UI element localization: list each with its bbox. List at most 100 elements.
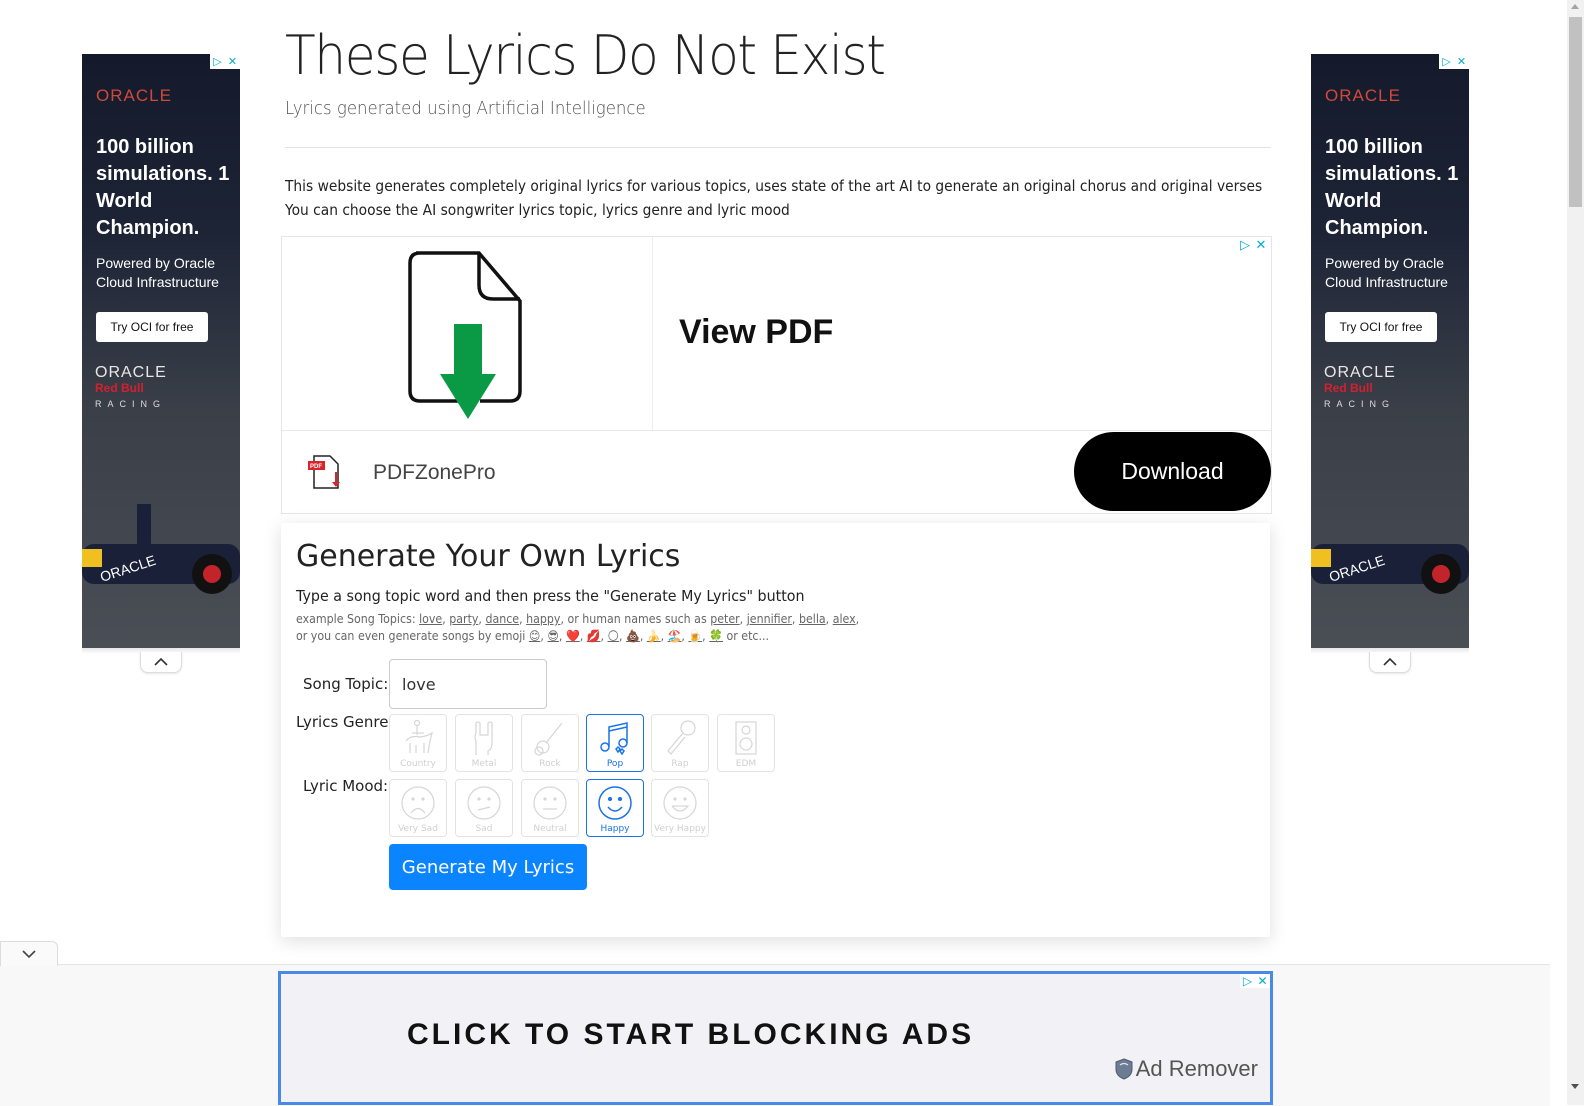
- ad-choices[interactable]: ▷ ✕: [1439, 54, 1469, 69]
- example-name-link[interactable]: jennifier: [747, 612, 792, 626]
- header-divider: [285, 147, 1271, 148]
- example-topic-link[interactable]: dance: [485, 612, 519, 626]
- example-name-link[interactable]: peter: [710, 612, 739, 626]
- ad-remover-banner[interactable]: CLICK TO START BLOCKING ADS Ad Remover ▷…: [278, 971, 1273, 1105]
- genre-option-metal[interactable]: Metal: [455, 714, 513, 772]
- genre-label: Pop: [606, 759, 624, 769]
- close-icon[interactable]: ✕: [1253, 238, 1269, 253]
- try-oci-button[interactable]: Try OCI for free: [96, 312, 208, 342]
- mood-option-neutral[interactable]: Neutral: [521, 779, 579, 837]
- lyric-mood-label: Lyric Mood:: [303, 777, 389, 795]
- example-emoji-link[interactable]: 💩: [626, 629, 640, 643]
- ad-subtext: Powered by Oracle Cloud Infrastructure: [96, 255, 219, 290]
- speaker-icon: [735, 721, 757, 755]
- oracle-logo: ORACLE: [1325, 86, 1401, 105]
- mood-label: Happy: [600, 824, 630, 834]
- mood-label: Sad: [475, 824, 493, 834]
- example-emoji-link[interactable]: 😎: [547, 629, 559, 643]
- genre-option-rock[interactable]: Rock: [521, 714, 579, 772]
- bottom-ad-collapse-button[interactable]: [0, 941, 58, 966]
- mood-label: Neutral: [533, 824, 567, 834]
- emoji-suffix: or etc...: [722, 629, 770, 643]
- example-emoji-link[interactable]: 🍌: [647, 629, 661, 643]
- genre-option-rap[interactable]: Rap: [651, 714, 709, 772]
- microphone-icon: [667, 720, 696, 755]
- lyrics-generator-card: Generate Your Own Lyrics Type a song top…: [281, 523, 1270, 937]
- download-button[interactable]: Download: [1074, 432, 1271, 511]
- vertical-scrollbar[interactable]: [1567, 0, 1584, 1105]
- mood-option-very-happy[interactable]: Very Happy: [651, 779, 709, 837]
- mood-option-very-sad[interactable]: Very Sad: [389, 779, 447, 837]
- mood-label: Very Happy: [654, 824, 706, 834]
- ad-choices[interactable]: ▷ ✕: [1237, 238, 1269, 253]
- genre-label: Country: [400, 759, 436, 769]
- racing-label: RACING: [1324, 399, 1396, 409]
- lyrics-genre-label: Lyrics Genre:: [296, 713, 394, 731]
- example-emoji-link[interactable]: 🍀: [709, 629, 723, 643]
- close-icon[interactable]: ✕: [1255, 974, 1270, 988]
- ad-choices[interactable]: ▷ ✕: [210, 54, 240, 69]
- chevron-up-icon: [1383, 657, 1397, 666]
- example-name-link[interactable]: alex: [833, 612, 856, 626]
- right-ad-collapse-button[interactable]: [1369, 652, 1411, 673]
- try-oci-button[interactable]: Try OCI for free: [1325, 312, 1437, 342]
- ad-choices[interactable]: ▷ ✕: [1240, 974, 1270, 988]
- ad-remover-brand: Ad Remover: [1115, 1056, 1258, 1082]
- genre-option-pop[interactable]: Pop: [586, 714, 644, 772]
- example-emoji-link[interactable]: 🍺: [688, 629, 702, 643]
- scroll-down-arrow-icon[interactable]: [1571, 1084, 1579, 1089]
- example-topic-link[interactable]: happy: [526, 612, 560, 626]
- example-topic-link[interactable]: party: [449, 612, 478, 626]
- genre-option-country[interactable]: Country: [389, 714, 447, 772]
- redbull-logo: Red Bull: [95, 381, 144, 395]
- genre-label: EDM: [735, 759, 757, 769]
- svg-text:PDF: PDF: [310, 464, 322, 470]
- ad-remover-label: Ad Remover: [1135, 1056, 1258, 1081]
- neutral-face-icon: [533, 786, 567, 820]
- oracle-logo-secondary: ORACLE: [1324, 364, 1396, 381]
- generator-instructions: Type a song topic word and then press th…: [296, 587, 805, 605]
- mood-option-sad[interactable]: Sad: [455, 779, 513, 837]
- ad-headline: 100 billion simulations. 1 World Champio…: [96, 136, 230, 239]
- song-topic-label: Song Topic:: [303, 675, 389, 693]
- adchoices-icon[interactable]: ▷: [210, 54, 225, 69]
- adchoices-icon[interactable]: ▷: [1240, 974, 1255, 988]
- example-emoji-link[interactable]: 💋: [587, 629, 601, 643]
- generate-lyrics-button[interactable]: Generate My Lyrics: [389, 844, 587, 890]
- genre-label: Rap: [671, 759, 689, 769]
- example-name-link[interactable]: bella: [799, 612, 826, 626]
- mood-option-happy[interactable]: Happy: [586, 779, 644, 837]
- left-side-ad[interactable]: ▷ ✕ ORACLE 100 billion simulations. 1 Wo…: [82, 54, 240, 648]
- adchoices-icon[interactable]: ▷: [1237, 238, 1253, 253]
- pdf-ad-headline[interactable]: View PDF: [679, 313, 833, 352]
- example-emoji-link[interactable]: ❤️: [566, 629, 580, 643]
- example-emoji-link[interactable]: 🏖️: [668, 629, 682, 643]
- redbull-logo: Red Bull: [1324, 381, 1373, 395]
- very-sad-face-icon: [401, 786, 435, 820]
- scrollbar-thumb[interactable]: [1569, 17, 1582, 207]
- rock-hand-icon: [474, 721, 493, 755]
- example-emoji-link[interactable]: 🌕: [608, 629, 620, 643]
- mood-label: Very Sad: [398, 824, 438, 834]
- generator-title: Generate Your Own Lyrics: [296, 539, 681, 574]
- adchoices-icon[interactable]: ▷: [1439, 54, 1454, 69]
- names-prefix: , or human names such as: [560, 612, 711, 626]
- oracle-logo: ORACLE: [96, 86, 172, 105]
- close-icon[interactable]: ✕: [1454, 54, 1469, 69]
- description-line: You can choose the AI songwriter lyrics …: [285, 201, 790, 219]
- example-emoji-link[interactable]: 😊: [529, 629, 541, 643]
- oracle-logo-secondary: ORACLE: [95, 364, 167, 381]
- genre-label: Rock: [539, 759, 561, 769]
- block-ads-headline[interactable]: CLICK TO START BLOCKING ADS: [407, 1018, 974, 1052]
- left-ad-collapse-button[interactable]: [140, 652, 182, 673]
- example-topic-link[interactable]: love: [419, 612, 442, 626]
- song-topic-input[interactable]: [389, 659, 547, 709]
- pdf-ad-image-area: [282, 237, 653, 430]
- genre-option-edm[interactable]: EDM: [717, 714, 775, 772]
- close-icon[interactable]: ✕: [225, 54, 240, 69]
- ad-headline: 100 billion simulations. 1 World Champio…: [1325, 136, 1459, 239]
- scroll-up-arrow-icon[interactable]: [1571, 4, 1579, 9]
- pdf-ad-banner[interactable]: View PDF ▷ ✕ PDF PDFZonePro Download: [281, 236, 1272, 514]
- genre-label: Metal: [471, 759, 497, 769]
- right-side-ad[interactable]: ▷ ✕ ORACLE 100 billion simulations. 1 Wo…: [1311, 54, 1469, 648]
